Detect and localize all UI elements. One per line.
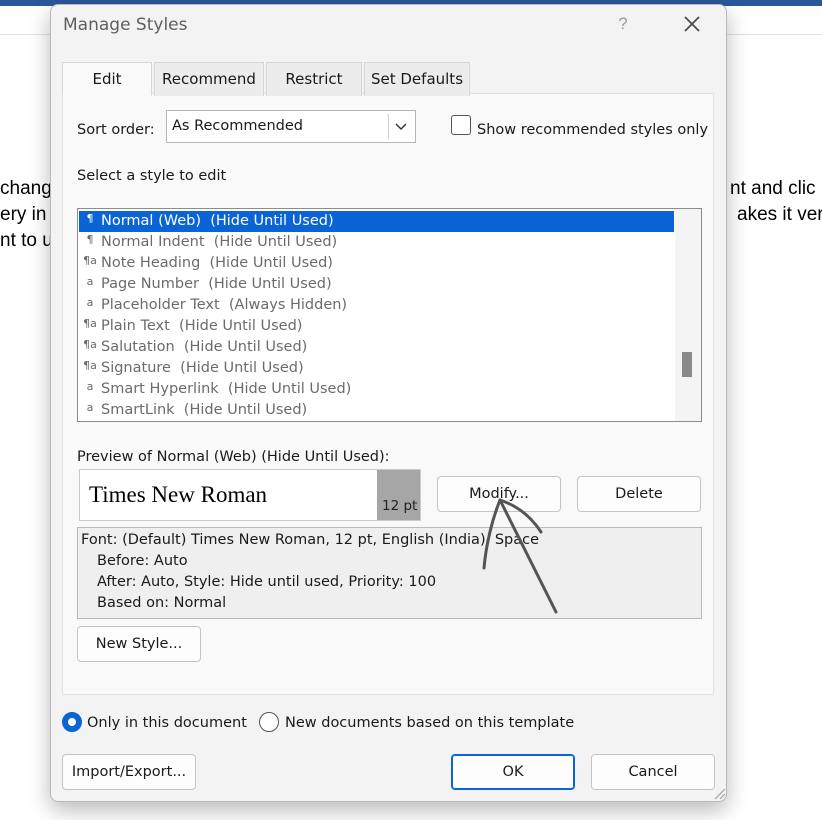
scrollbar-thumb[interactable] [682, 352, 692, 377]
edit-tab-panel: Sort order: As Recommended Show recommen… [62, 93, 714, 695]
style-item-signature[interactable]: ¶a Signature (Hide Until Used) [79, 358, 674, 379]
style-item-smartlink[interactable]: a SmartLink (Hide Until Used) [79, 400, 674, 421]
document-text-left-1: chang [0, 178, 52, 199]
preview-font-name: Times New Roman [89, 482, 268, 507]
linked-style-icon: ¶a [83, 317, 97, 330]
sort-order-value: As Recommended [172, 118, 303, 134]
character-style-icon: a [86, 275, 94, 288]
character-style-icon: a [86, 380, 94, 393]
description-line-before: Before: Auto [97, 553, 188, 569]
new-documents-label[interactable]: New documents based on this template [285, 715, 574, 731]
style-item-normal-indent[interactable]: ¶ Normal Indent (Hide Until Used) [79, 232, 674, 253]
delete-button[interactable]: Delete [577, 476, 701, 512]
style-item-plain-text[interactable]: ¶a Plain Text (Hide Until Used) [79, 316, 674, 337]
document-text-left-3: nt to u [0, 230, 53, 251]
import-export-button[interactable]: Import/Export... [62, 754, 196, 790]
close-button[interactable] [679, 11, 705, 37]
select-style-label: Select a style to edit [77, 168, 227, 184]
only-this-document-radio[interactable] [62, 712, 82, 732]
sort-order-dropdown[interactable]: As Recommended [166, 110, 416, 143]
paragraph-style-icon: ¶ [86, 212, 94, 225]
style-item-placeholder-text[interactable]: a Placeholder Text (Always Hidden) [79, 295, 674, 316]
show-recommended-label[interactable]: Show recommended styles only [477, 122, 708, 138]
style-item-page-number[interactable]: a Page Number (Hide Until Used) [79, 274, 674, 295]
style-item-note-heading[interactable]: ¶a Note Heading (Hide Until Used) [79, 253, 674, 274]
tab-recommend[interactable]: Recommend [154, 62, 264, 96]
description-line-font: Font: (Default) Times New Roman, 12 pt, … [81, 532, 540, 548]
character-style-icon: a [86, 401, 94, 414]
style-description-box: Font: (Default) Times New Roman, 12 pt, … [77, 527, 702, 619]
cancel-button[interactable]: Cancel [591, 754, 715, 790]
preview-size-box: 12 pt [377, 470, 420, 520]
manage-styles-dialog: Manage Styles ? Sort order: As Recommend… [50, 4, 727, 802]
tab-edit[interactable]: Edit [62, 62, 152, 96]
close-icon [684, 16, 700, 32]
linked-style-icon: ¶a [83, 338, 97, 351]
chevron-down-icon[interactable] [388, 114, 412, 139]
ok-button[interactable]: OK [451, 754, 575, 790]
styles-scrollbar[interactable] [675, 209, 701, 421]
show-recommended-checkbox[interactable] [451, 115, 471, 135]
resize-grip-icon[interactable] [712, 786, 726, 800]
linked-style-icon: ¶a [83, 359, 97, 372]
modify-button[interactable]: Modify... [437, 476, 561, 512]
styles-listbox[interactable]: ¶ Normal (Web) (Hide Until Used) ¶ Normal … [77, 208, 702, 422]
document-text-left-2: ery in [0, 204, 47, 225]
description-line-based-on: Based on: Normal [97, 595, 227, 611]
tab-restrict[interactable]: Restrict [266, 62, 362, 96]
style-item-salutation[interactable]: ¶a Salutation (Hide Until Used) [79, 337, 674, 358]
style-item-normal-web[interactable]: ¶ Normal (Web) (Hide Until Used) [79, 211, 674, 232]
new-documents-radio[interactable] [259, 712, 279, 732]
new-style-button[interactable]: New Style... [77, 626, 201, 662]
style-item-smart-hyperlink[interactable]: a Smart Hyperlink (Hide Until Used) [79, 379, 674, 400]
only-this-document-label[interactable]: Only in this document [87, 715, 247, 731]
document-text-right-1: nt and clic [730, 178, 816, 199]
description-line-after: After: Auto, Style: Hide until used, Pri… [97, 574, 437, 590]
help-button[interactable]: ? [611, 11, 635, 37]
style-preview: Times New Roman 12 pt [79, 469, 421, 521]
tab-set-defaults[interactable]: Set Defaults [364, 62, 470, 96]
dialog-title: Manage Styles [63, 15, 188, 35]
sort-order-label: Sort order: [77, 122, 155, 138]
preview-size: 12 pt [382, 498, 418, 514]
document-text-right-2: akes it ver [737, 204, 822, 225]
linked-style-icon: ¶a [83, 254, 97, 267]
paragraph-style-icon: ¶ [86, 233, 94, 246]
preview-label: Preview of Normal (Web) (Hide Until Used… [77, 449, 390, 465]
character-style-icon: a [86, 296, 94, 309]
